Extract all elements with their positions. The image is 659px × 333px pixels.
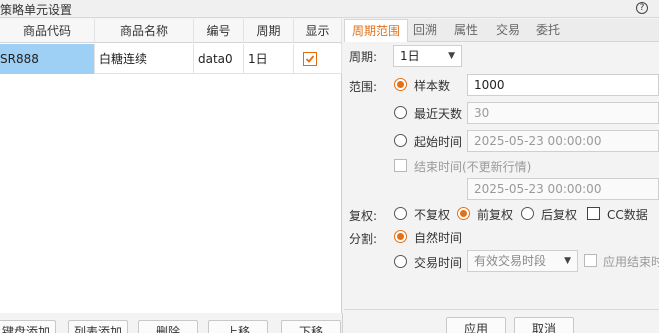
tab-orders[interactable]: 委托 [530, 19, 566, 42]
show-checkbox[interactable] [303, 52, 317, 66]
window-title: 策略单元设置 [0, 3, 73, 17]
start-time-label: 起始时间 [414, 135, 463, 149]
start-time-input[interactable]: 2025-05-23 00:00:00 [467, 130, 659, 152]
tab-backtrack[interactable]: 回溯 [408, 19, 442, 42]
apply-end-label: 应用结束时 [603, 255, 659, 269]
adjust-forward-radio[interactable] [457, 207, 470, 220]
sample-count-radio[interactable] [394, 78, 407, 91]
tab-trading[interactable]: 交易 [490, 19, 526, 42]
move-up-button[interactable]: 上移 [208, 320, 268, 333]
tab-properties[interactable]: 属性 [448, 19, 484, 42]
left-button-bar: 键盘添加 列表添加 删除 上移 下移 [0, 313, 343, 333]
list-add-button[interactable]: 列表添加 [68, 320, 128, 333]
period-select-value: 1日 [400, 49, 420, 63]
move-down-button[interactable]: 下移 [281, 320, 341, 333]
apply-end-checkbox[interactable] [584, 254, 597, 267]
adjust-backward-label: 后复权 [541, 208, 578, 222]
instrument-table: 商品代码 商品名称 编号 周期 显示 SR888 白糖连续 data0 1日 [0, 19, 342, 313]
cell-name: 白糖连续 [95, 44, 194, 74]
apply-button[interactable]: 应用 [446, 317, 506, 333]
chevron-down-icon: ▼ [564, 256, 571, 266]
end-time-checkbox[interactable] [394, 159, 407, 172]
recent-days-input[interactable]: 30 [467, 102, 659, 124]
tab-period-range[interactable]: 周期范围 [344, 19, 408, 43]
column-header-code[interactable]: 商品代码 [0, 19, 95, 43]
column-header-name[interactable]: 商品名称 [95, 19, 194, 43]
cancel-button[interactable]: 取消 [514, 317, 574, 333]
cell-id: data0 [194, 44, 244, 74]
sample-count-input[interactable]: 1000 [467, 74, 659, 96]
check-icon [305, 55, 315, 63]
split-label: 分割: [349, 232, 378, 246]
trading-time-radio[interactable] [394, 255, 407, 268]
natural-time-label: 自然时间 [414, 231, 463, 245]
recent-days-label: 最近天数 [414, 107, 463, 121]
keyboard-add-button[interactable]: 键盘添加 [0, 320, 56, 333]
cc-data-label: CC数据 [607, 208, 648, 222]
table-header: 商品代码 商品名称 编号 周期 显示 [0, 19, 342, 43]
period-label: 周期: [349, 50, 378, 64]
cc-data-checkbox[interactable] [587, 207, 600, 220]
settings-tabs: 周期范围 回溯 属性 交易 委托 [344, 19, 659, 43]
column-header-period[interactable]: 周期 [244, 19, 294, 43]
range-label: 范围: [349, 80, 378, 94]
cell-show [294, 44, 342, 74]
chevron-down-icon: ▼ [448, 51, 455, 61]
natural-time-radio[interactable] [394, 230, 407, 243]
column-header-id[interactable]: 编号 [194, 19, 244, 43]
table-row[interactable]: SR888 白糖连续 data0 1日 [0, 44, 342, 74]
sample-count-label: 样本数 [414, 79, 451, 93]
adjust-none-radio[interactable] [394, 207, 407, 220]
recent-days-radio[interactable] [394, 106, 407, 119]
adjust-label: 复权: [349, 209, 378, 223]
footer-divider [344, 309, 659, 310]
period-select[interactable]: 1日 ▼ [393, 45, 462, 67]
end-time-label: 结束时间(不更新行情) [414, 160, 532, 174]
column-header-show[interactable]: 显示 [294, 19, 342, 43]
help-icon[interactable]: ? [636, 2, 648, 14]
adjust-backward-radio[interactable] [521, 207, 534, 220]
cell-period: 1日 [244, 44, 294, 74]
end-time-input[interactable]: 2025-05-23 00:00:00 [467, 178, 659, 200]
period-range-panel: 周期: 1日 ▼ 范围: 样本数 1000 最近天数 30 起始时间 2025-… [344, 42, 659, 313]
trading-session-value: 有效交易时段 [474, 254, 547, 268]
title-bar: 策略单元设置 ? [0, 0, 659, 18]
adjust-none-label: 不复权 [414, 208, 451, 222]
cell-code: SR888 [0, 44, 95, 74]
trading-time-label: 交易时间 [414, 256, 463, 270]
delete-button[interactable]: 删除 [138, 320, 198, 333]
trading-session-select[interactable]: 有效交易时段 ▼ [467, 250, 578, 272]
dialog-footer: 应用 取消 [344, 313, 659, 333]
adjust-forward-label: 前复权 [477, 208, 514, 222]
start-time-radio[interactable] [394, 134, 407, 147]
